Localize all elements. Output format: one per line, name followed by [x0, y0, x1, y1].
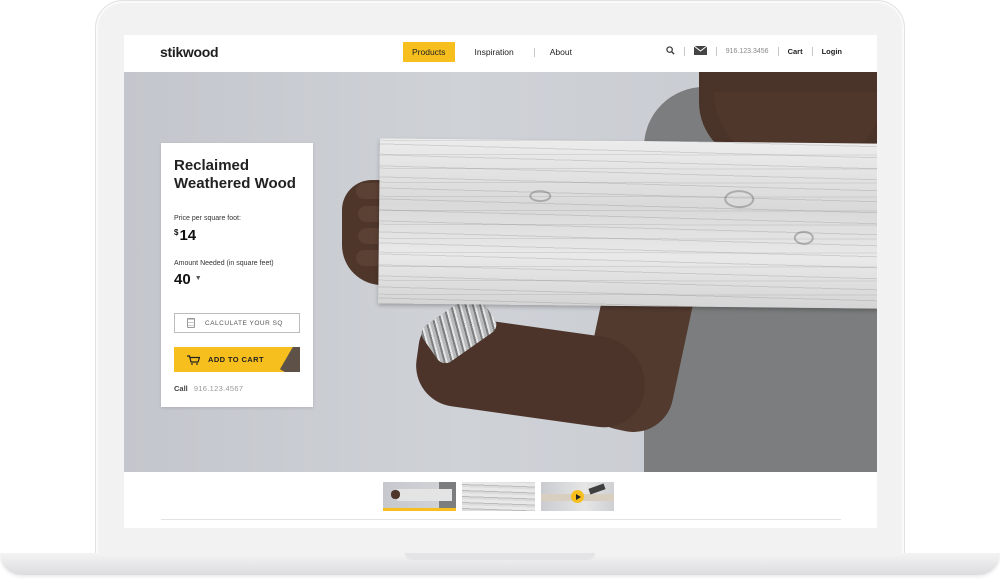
calculate-label: CALCULATE YOUR SQ	[205, 319, 283, 327]
add-to-cart-label: ADD TO CART	[208, 355, 264, 364]
calculate-sq-button[interactable]: CALCULATE YOUR SQ	[174, 313, 300, 333]
top-navigation: stikwood Products Inspiration About 916.…	[124, 35, 877, 72]
thumb-plank	[397, 489, 452, 501]
thumbnail-product-photo[interactable]	[383, 482, 456, 511]
browser-screen: stikwood Products Inspiration About 916.…	[124, 35, 877, 528]
currency-symbol: $	[174, 228, 179, 237]
nav-inspiration[interactable]: Inspiration	[475, 42, 514, 62]
login-link[interactable]: Login	[822, 47, 842, 56]
wood-plank	[378, 138, 877, 309]
product-card: Reclaimed Weathered Wood Price per squar…	[161, 143, 313, 407]
main-nav: Products Inspiration About	[403, 42, 572, 62]
cart-link[interactable]: Cart	[788, 47, 803, 56]
call-number[interactable]: 916.123.4567	[194, 384, 243, 393]
calculator-icon	[187, 318, 195, 328]
thumbnail-wood-texture[interactable]	[462, 482, 535, 511]
nav-divider	[777, 47, 779, 56]
wood-knot	[793, 230, 814, 245]
nav-products[interactable]: Products	[403, 42, 455, 62]
amount-label: Amount Needed (in square feet)	[174, 260, 274, 267]
nav-divider	[811, 47, 813, 56]
amount-value: 40	[174, 271, 191, 288]
wood-knot	[724, 189, 755, 209]
product-title: Reclaimed Weathered Wood	[174, 157, 296, 192]
amount-dropdown[interactable]: 40 ▼	[174, 271, 202, 288]
add-to-cart-button[interactable]: ADD TO CART	[174, 347, 300, 372]
price-value: $14	[174, 227, 196, 244]
wood-knot	[529, 189, 552, 203]
laptop-notch	[405, 553, 595, 560]
search-icon[interactable]	[666, 46, 675, 57]
mail-icon[interactable]	[693, 45, 708, 57]
cart-icon	[187, 354, 200, 365]
nav-about[interactable]: About	[550, 42, 572, 62]
header-phone[interactable]: 916.123.3456	[726, 48, 769, 55]
logo[interactable]: stikwood	[160, 44, 219, 60]
nav-divider	[715, 47, 717, 56]
nav-divider	[533, 47, 535, 57]
thumb-hand	[391, 490, 400, 499]
nav-divider	[683, 47, 685, 56]
price-amount: 14	[179, 227, 197, 244]
thumbnail-video[interactable]	[541, 482, 614, 511]
utility-nav: 916.123.3456 Cart Login	[666, 44, 842, 59]
divider	[161, 519, 841, 520]
chevron-down-icon[interactable]: ▼	[195, 275, 202, 282]
thumbnail-strip	[383, 482, 614, 511]
play-icon[interactable]	[571, 490, 584, 503]
call-label: Call	[174, 384, 188, 393]
price-label: Price per square foot:	[174, 215, 241, 222]
thumb-tool	[588, 483, 606, 495]
call-line: Call 916.123.4567	[174, 384, 243, 393]
